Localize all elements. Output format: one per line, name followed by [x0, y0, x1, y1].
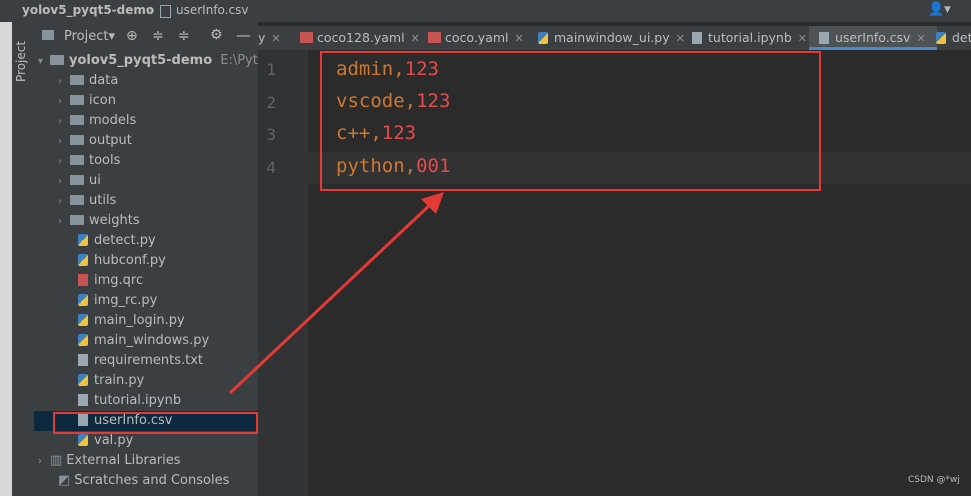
arrow-shaft [228, 201, 434, 395]
watermark: CSDN @*wj [908, 475, 960, 485]
annotation-arrow [228, 192, 444, 395]
